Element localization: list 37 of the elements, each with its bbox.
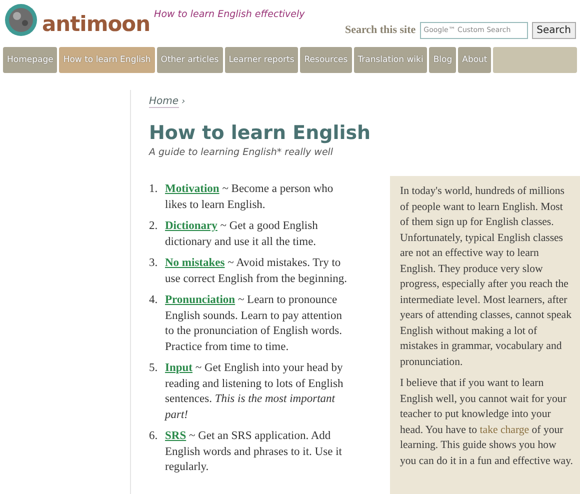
step-text: No mistakes ~ Avoid mistakes. Try to use correct English from the beginning. xyxy=(165,256,348,286)
step-number: 2. xyxy=(149,219,159,234)
step-text: Motivation ~ Become a person who likes to learn English. xyxy=(165,182,334,212)
page-title: How to learn English xyxy=(149,121,372,145)
search-label: Search this site xyxy=(344,24,416,36)
nav-tab[interactable]: About xyxy=(458,47,492,73)
intro-text: In today's world, hundreds of millions of people want to learn English. Most of them sign up for English classes. Unfortunately, typical English classes are not an effective way to learn English. They produce very slow progress, especially after you reach the intermediate level. Most learners, after years of attending classes, cannot speak English without making a lot of mistakes in grammar, vocabulary and pronunciation. xyxy=(400,184,572,370)
step-number: 6. xyxy=(149,429,159,444)
breadcrumb-link[interactable]: Home xyxy=(149,96,179,108)
nav-tab[interactable]: Other articles xyxy=(156,47,223,73)
step-number: 4. xyxy=(149,293,159,308)
step-number: 3. xyxy=(149,256,159,271)
nav-tab[interactable]: Translation wiki xyxy=(354,47,428,73)
site-logo-text[interactable]: antimoon xyxy=(42,12,150,36)
search-button[interactable]: Search xyxy=(532,22,576,38)
breadcrumb-separator: › xyxy=(182,97,186,107)
step-text: Pronunciation ~ Learn to pronounce English sounds. Learn to pay attention to the pronunciation of English words. Practice from time to time. xyxy=(165,293,343,354)
moon-logo-icon xyxy=(4,3,38,37)
step-text: Dictionary ~ Get a good English dictionary and use it all the time. xyxy=(165,219,319,250)
step-text: SRS ~ Get an SRS application. Add English words and phrases to it. Use it regularly. xyxy=(165,429,343,475)
step-link[interactable]: Input xyxy=(165,362,192,374)
step-link[interactable]: Motivation xyxy=(165,183,220,195)
take-charge-link[interactable]: take charge xyxy=(480,424,530,436)
nav-tab[interactable]: Homepage xyxy=(3,47,58,73)
tagline: How to learn English effectively xyxy=(154,9,305,20)
page-subtitle: A guide to learning English* really well xyxy=(149,147,334,158)
nav-tab[interactable]: Blog xyxy=(429,47,456,73)
nav-tab[interactable]: Resources xyxy=(300,47,352,73)
step-number: 5. xyxy=(149,361,159,376)
step-link[interactable]: No mistakes xyxy=(165,257,225,269)
step-link[interactable]: SRS xyxy=(165,430,186,442)
step-number: 1. xyxy=(149,182,159,197)
nav-tab[interactable]: Learner reports xyxy=(224,47,298,73)
intro-text: I believe that if you want to learn English well, you cannot wait for your teacher to put knowledge into your head. You have to take charge of your learning. This guide shows you how you can do it in a fun and effective way. xyxy=(400,376,573,468)
step-text: Input ~ Get English into your head by reading and listening to lots of English sentences. This is the most important part! xyxy=(165,361,344,422)
step-link[interactable]: Pronunciation xyxy=(165,294,236,306)
step-link[interactable]: Dictionary xyxy=(165,220,218,232)
